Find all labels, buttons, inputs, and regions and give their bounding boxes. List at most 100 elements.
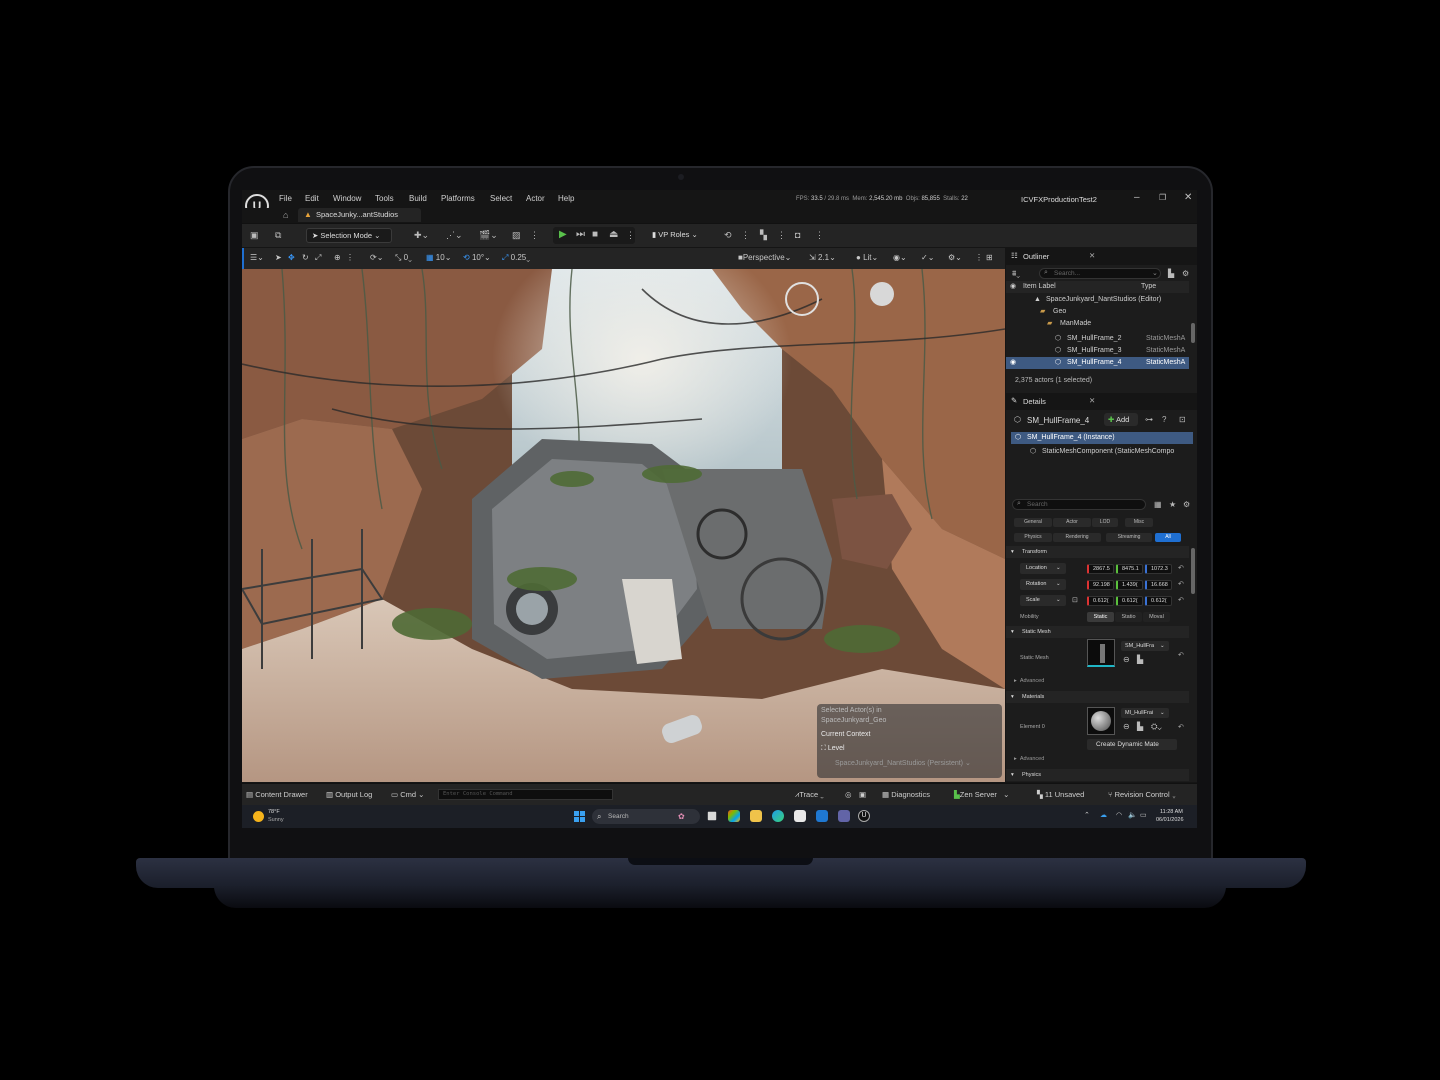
restore-button[interactable]: ❐ [1159, 193, 1166, 202]
outlook-icon[interactable] [816, 810, 828, 822]
advanced-toggle-2[interactable]: ▸ Advanced [1014, 756, 1044, 762]
instance-row[interactable]: ⬡ SM_HullFrame_4 (Instance) [1011, 432, 1193, 444]
selection-mode-dropdown[interactable]: ➤ Selection Mode ⌄ [306, 228, 392, 243]
menu-build[interactable]: Build [409, 194, 427, 203]
section-materials[interactable]: ▾ Materials [1006, 691, 1189, 703]
column-type[interactable]: Type [1141, 281, 1156, 293]
layout-icon[interactable]: ⊞ [986, 253, 993, 262]
performance-icon[interactable]: ✓⌄ [921, 253, 934, 262]
world-space-icon[interactable]: ⊕ [334, 253, 341, 262]
console-input[interactable]: Enter Console Command [438, 789, 613, 800]
menu-actor[interactable]: Actor [526, 194, 545, 203]
viewport-settings-icon[interactable]: ⚙⌄ [948, 253, 962, 262]
browse-asset-icon[interactable]: ▙ [1137, 655, 1143, 664]
material-options-icon[interactable]: ⛭⌄ [1151, 722, 1162, 732]
reset-icon[interactable]: ↶ [1178, 723, 1184, 731]
play-options-icon[interactable]: ⋮ [626, 230, 635, 241]
minimize-button[interactable]: – [1134, 192, 1140, 203]
outliner-close-icon[interactable]: ✕ [1089, 251, 1095, 260]
more-icon-6[interactable]: ⋮ [975, 253, 983, 262]
mobility-stationary[interactable]: Statio [1115, 612, 1142, 622]
store-icon[interactable] [794, 810, 806, 822]
taskbar-search-input[interactable]: ⌕ Search ✿ [592, 809, 700, 824]
grid-view-icon[interactable]: ▦ [1154, 500, 1162, 509]
more-icon-3[interactable]: ⋮ [777, 230, 786, 241]
level-value-dropdown[interactable]: SpaceJunkyard_NantStudios (Persistent) ⌄ [835, 759, 971, 767]
play-icon[interactable]: ▶ [559, 229, 567, 240]
rotation-x-field[interactable]: 92.198 [1087, 580, 1114, 590]
more-icon-4[interactable]: ⋮ [815, 230, 824, 241]
sun-icon[interactable] [253, 811, 264, 822]
teams-icon[interactable] [838, 810, 850, 822]
perspective-dropdown[interactable]: ■Perspective⌄ [738, 253, 791, 262]
material-picker[interactable]: MI_HullFrai ⌄ [1121, 708, 1169, 718]
outliner-settings-icon[interactable]: ⚙ [1182, 269, 1189, 278]
edge-icon[interactable] [772, 810, 784, 822]
revision-control-dropdown[interactable]: ⑂ Revision Control ⌄ [1108, 790, 1176, 799]
favorites-icon[interactable]: ★ [1169, 500, 1176, 509]
snap-rot-toggle[interactable]: ⤡ 0⌄ [395, 253, 412, 263]
menu-tools[interactable]: Tools [375, 194, 394, 203]
virtual-camera-icon[interactable]: ◘ [795, 230, 800, 240]
static-mesh-picker[interactable]: SM_HullFra ⌄ [1121, 641, 1169, 651]
reset-icon[interactable]: ↶ [1178, 651, 1184, 659]
camera-speed-dropdown[interactable]: ⇲ 2.1⌄ [809, 253, 836, 262]
select-tool-icon[interactable]: ➤ [275, 253, 282, 262]
file-explorer-icon[interactable] [750, 810, 762, 822]
help-icon[interactable]: ? [1162, 415, 1166, 424]
more-icon-2[interactable]: ⋮ [741, 230, 750, 241]
cmd-dropdown[interactable]: ▭ Cmd ⌄ [391, 790, 424, 799]
source-control-icon[interactable]: ⟲ [724, 230, 732, 241]
rot-snap-toggle[interactable]: ⟲ 10°⌄ [463, 253, 491, 262]
viewport-menu-icon[interactable]: ☰⌄ [250, 253, 264, 262]
details-search-input[interactable]: ⌕ Search [1012, 499, 1146, 510]
category-physics[interactable]: Physics [1014, 533, 1052, 542]
create-dynamic-material-button[interactable]: Create Dynamic Mate [1087, 739, 1177, 750]
category-general[interactable]: General [1014, 518, 1052, 527]
browse-icon[interactable]: ⧉ [275, 230, 281, 241]
location-z-field[interactable]: 1072.3 [1145, 564, 1172, 574]
mobility-static[interactable]: Static [1087, 612, 1114, 622]
grid-snap-toggle[interactable]: ▦ 10⌄ [426, 253, 451, 262]
scale-z-field[interactable]: 0.612( [1145, 596, 1172, 606]
home-icon[interactable]: ⌂ [283, 210, 288, 220]
cinematics-icon[interactable]: 🎬⌄ [479, 230, 498, 241]
tray-chevron-icon[interactable]: ⌃ [1084, 811, 1090, 819]
settings-icon[interactable]: ▨ [512, 230, 521, 241]
eject-icon[interactable]: ⏏ [609, 229, 618, 240]
unreal-taskbar-icon[interactable]: U [858, 810, 870, 822]
blueprint-convert-icon[interactable]: ⊶ [1145, 415, 1153, 424]
clock-date[interactable]: 06/01/2026 [1156, 817, 1184, 823]
scale-x-field[interactable]: 0.612( [1087, 596, 1114, 606]
reset-icon[interactable]: ↶ [1178, 580, 1184, 588]
location-x-field[interactable]: 2867.5 [1087, 564, 1114, 574]
scale-y-field[interactable]: 0.612( [1116, 596, 1143, 606]
scale-dropdown[interactable]: Scale ⌄ [1020, 595, 1066, 606]
mobility-movable[interactable]: Moval [1143, 612, 1170, 622]
category-rendering[interactable]: Rendering [1053, 533, 1101, 542]
tree-row-hullframe-4[interactable]: ◉ ⬡ SM_HullFrame_4 StaticMeshA [1006, 357, 1189, 369]
location-y-field[interactable]: 8475.1 [1116, 564, 1143, 574]
menu-help[interactable]: Help [558, 194, 574, 203]
menu-select[interactable]: Select [490, 194, 512, 203]
material-thumbnail[interactable] [1087, 707, 1115, 735]
tree-row-editor[interactable]: ▲ SpaceJunkyard_NantStudios (Editor) [1006, 294, 1189, 306]
task-view-icon[interactable] [707, 811, 717, 821]
use-selected-icon[interactable]: ⊖ [1123, 655, 1130, 664]
section-transform[interactable]: ▾ Transform [1006, 546, 1189, 558]
filter-icon[interactable]: ⩩⌄ [1012, 269, 1020, 279]
section-physics[interactable]: ▾ Physics [1006, 769, 1189, 781]
advanced-toggle[interactable]: ▸ Advanced [1014, 678, 1044, 684]
zen-server-dropdown[interactable]: ▙Zen Server ⌄ [954, 790, 1009, 799]
diagnostics-button[interactable]: ▦ Diagnostics [882, 790, 930, 799]
platforms-icon[interactable]: ▚ [760, 230, 767, 241]
details-settings-icon[interactable]: ⚙ [1183, 500, 1190, 509]
rotation-dropdown[interactable]: Rotation ⌄ [1020, 579, 1066, 590]
wifi-icon[interactable]: ◠ [1116, 811, 1122, 819]
category-actor[interactable]: Actor [1053, 518, 1091, 527]
location-dropdown[interactable]: Location ⌄ [1020, 563, 1066, 574]
menu-platforms[interactable]: Platforms [441, 194, 475, 203]
tree-row-manmade[interactable]: ▰ ManMade [1006, 318, 1189, 330]
category-misc[interactable]: Misc [1125, 518, 1153, 527]
battery-icon[interactable]: ▭ [1140, 811, 1147, 819]
